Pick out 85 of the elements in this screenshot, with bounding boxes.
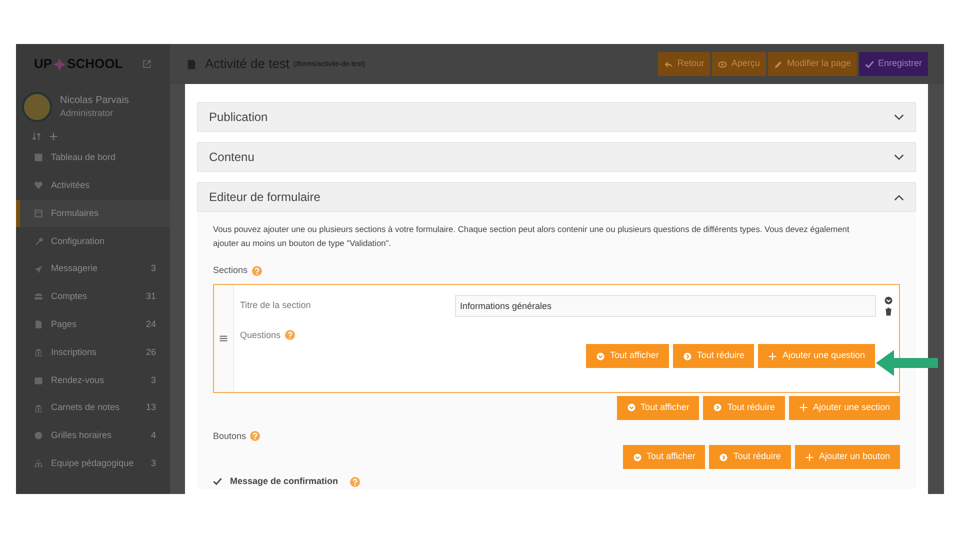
count: 3: [150, 262, 156, 276]
file-icon: [34, 320, 43, 330]
sidebar-item[interactable]: Rendez-vous 3: [16, 366, 170, 394]
plus-icon: [798, 403, 808, 412]
chevron-right-circle-icon: [713, 403, 722, 412]
help-icon[interactable]: [284, 330, 295, 340]
count: 3: [150, 456, 156, 470]
sidebar-item[interactable]: Equipe pédagogique 3: [16, 450, 170, 478]
avatar: [22, 92, 52, 122]
button[interactable]: Tout afficher: [586, 344, 669, 368]
help-icon[interactable]: [250, 431, 260, 442]
button[interactable]: Ajouter une question: [758, 344, 875, 368]
sidebar-item[interactable]: Activitées: [16, 172, 170, 200]
toolbar-button[interactable]: Aperçu: [712, 52, 766, 76]
section-label: Boutons: [213, 430, 246, 442]
pencil-icon: [774, 60, 783, 68]
field-label: Questions: [240, 328, 281, 342]
check-icon: [213, 477, 222, 486]
field-label: Titre de la section: [240, 298, 312, 312]
count: 4: [150, 429, 156, 442]
toolbar-button[interactable]: Enregistrer: [858, 52, 928, 76]
button[interactable]: Tout réduire: [703, 396, 785, 420]
external-link-icon[interactable]: [142, 59, 152, 69]
chevron-down-circle-icon[interactable]: [884, 296, 893, 304]
form-icon: [34, 208, 43, 218]
panel-header[interactable]: Editeur de formulaire: [197, 182, 916, 212]
text-field[interactable]: Informations générales: [455, 294, 876, 316]
users-icon: [34, 292, 43, 302]
drag-handle-icon[interactable]: [219, 334, 228, 342]
sidebar-item[interactable]: Messagerie 3: [16, 255, 170, 283]
plus-icon[interactable]: [49, 132, 58, 140]
back-arrow-icon: [664, 60, 674, 68]
sidebar-item[interactable]: Configuration: [16, 227, 170, 256]
button[interactable]: Tout réduire: [709, 445, 791, 469]
chevron-right-circle-icon: [682, 352, 692, 360]
button[interactable]: Ajouter une section: [788, 396, 900, 420]
user-role: Administrator: [60, 108, 114, 119]
sidebar-item[interactable]: Carnets de notes 13: [16, 394, 170, 422]
chevron-up-icon: [894, 194, 904, 200]
sidebar-item[interactable]: Tableau de bord: [16, 144, 170, 172]
wrench-icon: [34, 236, 43, 246]
panel-header[interactable]: Publication: [197, 102, 916, 132]
plus-icon: [768, 352, 778, 360]
button[interactable]: Tout afficher: [622, 445, 706, 469]
eye-icon: [718, 60, 728, 68]
sidebar-item[interactable]: Pages 24: [16, 310, 170, 339]
help-icon[interactable]: [350, 476, 360, 487]
count: 26: [146, 346, 156, 359]
check-icon: [864, 60, 874, 68]
file-icon: [186, 58, 197, 70]
chevron-right-circle-icon: [719, 452, 728, 462]
help-icon[interactable]: [252, 266, 262, 276]
sidebar-item[interactable]: Comptes 31: [16, 282, 170, 311]
logo-star-icon: [53, 58, 66, 70]
button[interactable]: Ajouter un bouton: [794, 445, 900, 469]
user-name: Nicolas Parvais: [60, 95, 129, 108]
count: 3: [150, 374, 156, 387]
count: 13: [146, 401, 156, 414]
chevron-down-icon: [894, 114, 904, 120]
sync-icon[interactable]: [32, 132, 41, 140]
sidebar-item[interactable]: Grilles horaires 4: [16, 422, 170, 450]
trash-icon[interactable]: [884, 306, 893, 316]
chevron-down-circle-icon: [596, 352, 606, 360]
chevron-down-circle-icon: [632, 452, 642, 462]
arrow-annotation: [876, 350, 938, 376]
sidebar-item[interactable]: Inscriptions 26: [16, 338, 170, 366]
panel-header[interactable]: Contenu: [197, 142, 916, 172]
building-icon: [34, 404, 43, 413]
hierarchy-icon: [34, 459, 43, 468]
count: 24: [146, 318, 156, 331]
button[interactable]: Tout afficher: [616, 396, 700, 420]
toolbar-button[interactable]: Retour: [658, 52, 710, 76]
plus-icon: [804, 452, 814, 462]
button[interactable]: Tout réduire: [672, 344, 754, 368]
count: 31: [146, 290, 156, 304]
field-label: Message de confirmation: [230, 475, 338, 488]
building-icon: [34, 348, 43, 357]
chevron-down-circle-icon: [626, 403, 636, 412]
chevron-down-icon: [894, 154, 904, 160]
heart-icon: [34, 181, 43, 190]
section-label: Sections: [213, 264, 248, 277]
toolbar-button[interactable]: Modifier la page: [768, 52, 857, 76]
intro-text: Vous pouvez ajouter une ou plusieurs sections à votre formulaire. Chaque section peut alors contenir une ou plusieurs questions de différents types. Vous devez également ajouter au moins un bouton de type "Validation".: [213, 223, 850, 250]
paper-plane-icon: [34, 264, 43, 274]
sidebar-item[interactable]: Formulaires: [16, 200, 170, 228]
